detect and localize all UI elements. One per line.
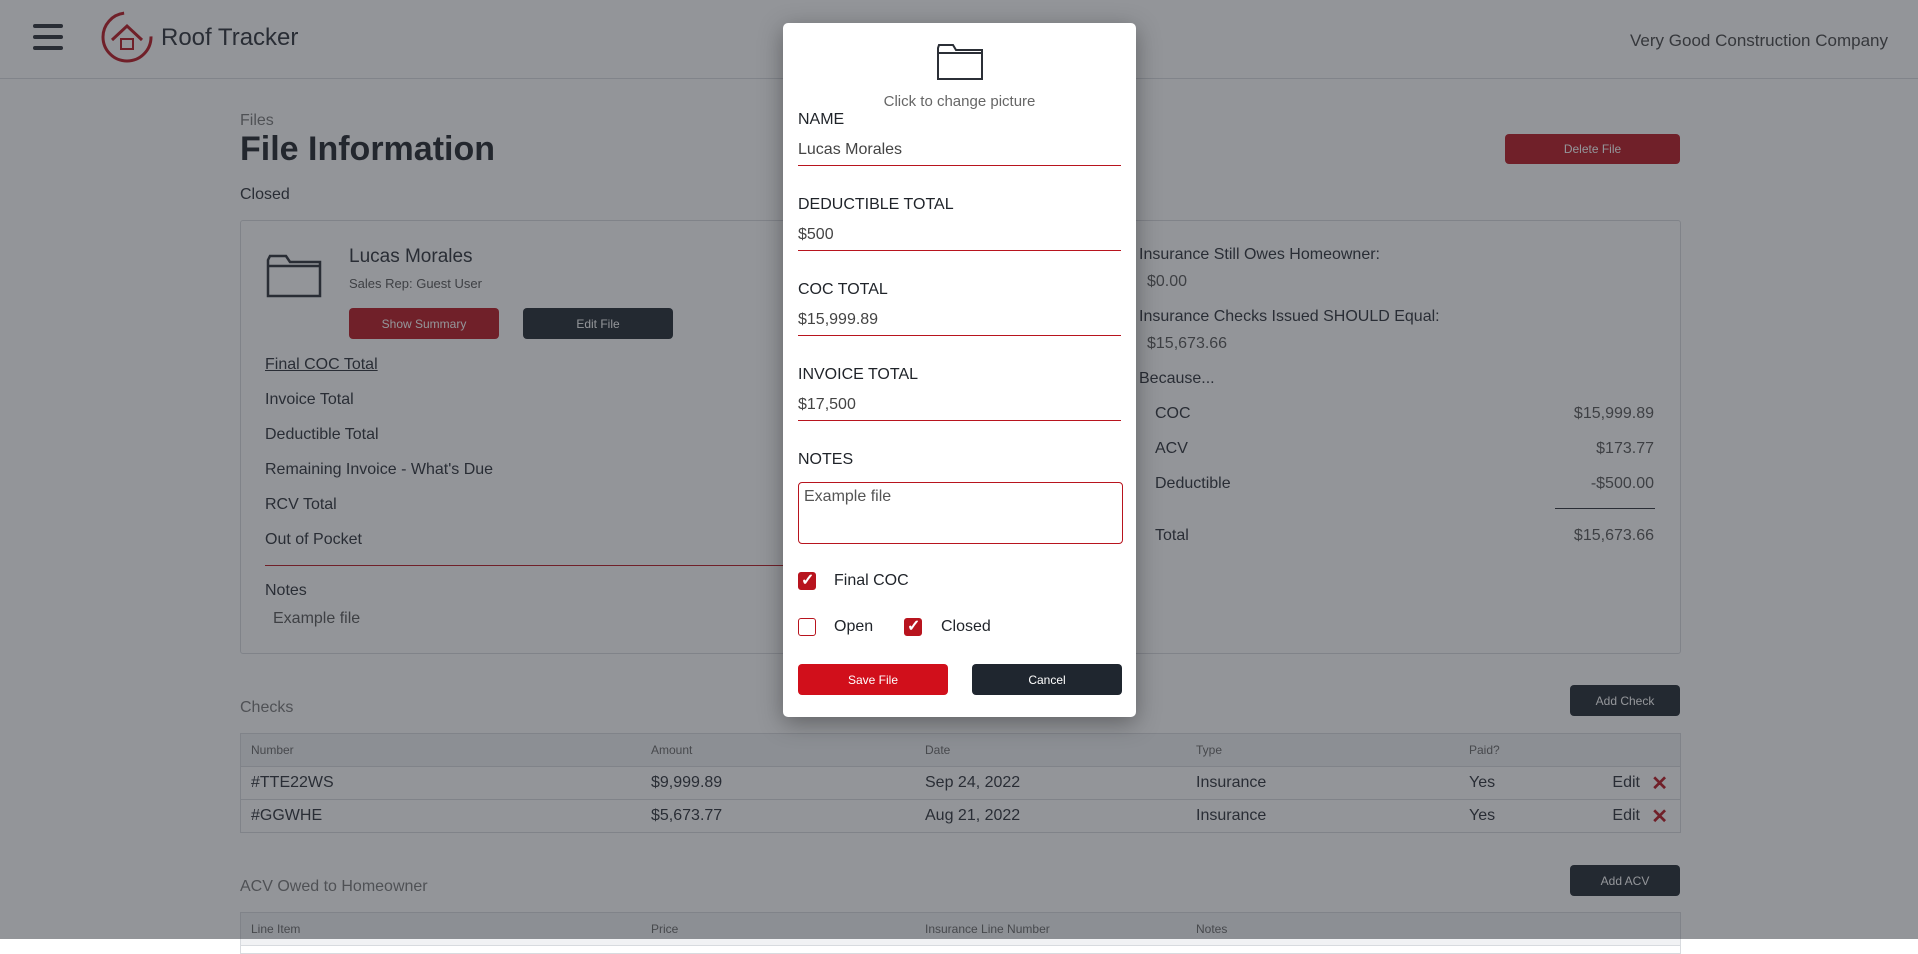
closed-label: Closed: [941, 618, 991, 635]
closed-checkbox[interactable]: [904, 616, 922, 636]
notes-label: NOTES: [798, 451, 854, 468]
deductible-input[interactable]: [798, 220, 1121, 251]
coc-input[interactable]: [798, 305, 1121, 336]
name-input[interactable]: [798, 135, 1121, 166]
change-picture-link[interactable]: Click to change picture: [783, 93, 1136, 110]
folder-icon[interactable]: [936, 43, 984, 81]
edit-file-modal: Click to change picture NAME DEDUCTIBLE …: [783, 23, 1136, 717]
deductible-label: DEDUCTIBLE TOTAL: [798, 196, 954, 213]
final-coc-checkbox[interactable]: [798, 570, 816, 590]
open-checkbox[interactable]: [798, 618, 816, 636]
invoice-input[interactable]: [798, 390, 1121, 421]
open-label: Open: [834, 618, 874, 635]
save-file-button[interactable]: Save File: [798, 664, 948, 695]
name-label: NAME: [798, 111, 845, 128]
invoice-label: INVOICE TOTAL: [798, 366, 919, 383]
notes-textarea[interactable]: Example file: [798, 482, 1123, 544]
final-coc-label: Final COC: [834, 572, 909, 589]
cancel-button[interactable]: Cancel: [972, 664, 1122, 695]
coc-label: COC TOTAL: [798, 281, 888, 298]
